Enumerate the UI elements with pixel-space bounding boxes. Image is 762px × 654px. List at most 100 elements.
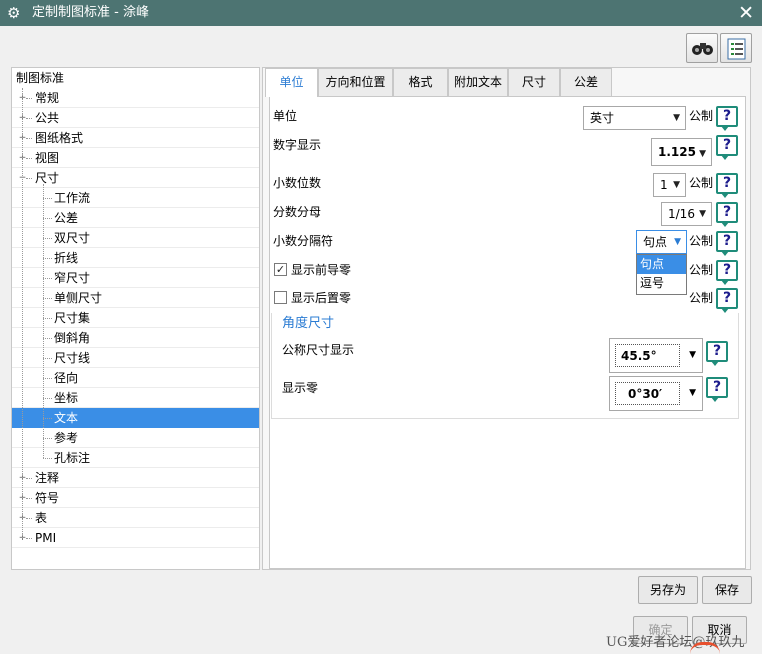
chevron-down-icon: ▼ xyxy=(673,180,680,190)
tree-child-item[interactable]: 公差 xyxy=(12,208,259,228)
decimals-dropdown[interactable]: 1 ▼ xyxy=(653,173,686,197)
tree-connector xyxy=(43,198,52,199)
tree-connector xyxy=(43,358,52,359)
document-list-icon xyxy=(727,38,746,60)
help-icon[interactable]: ? xyxy=(716,202,738,227)
tree-connector xyxy=(26,498,32,499)
leading-zero-checkbox[interactable]: ✓ xyxy=(274,263,287,276)
forum-logo xyxy=(690,642,720,654)
tree-item[interactable]: + PMI xyxy=(12,528,259,548)
binoculars-button[interactable] xyxy=(686,33,718,63)
close-icon[interactable]: ✕ xyxy=(738,2,754,24)
tab-appended-text[interactable]: 附加文本 xyxy=(448,68,508,96)
tree-item[interactable]: + 视图 xyxy=(12,148,259,168)
tree-child-item[interactable]: 倒斜角 xyxy=(12,328,259,348)
show-zero-dropdown[interactable]: 0°30′ ▼ xyxy=(609,376,703,411)
help-icon[interactable]: ? xyxy=(716,106,738,131)
separator-option-comma[interactable]: 逗号 xyxy=(637,274,686,293)
title-bar: ⚙ 定制制图标准 - 涂峰 ✕ xyxy=(0,0,762,26)
decimals-value: 1 xyxy=(660,178,668,192)
tree-connector xyxy=(43,418,52,419)
help-icon[interactable]: ? xyxy=(706,341,728,366)
tree-connector xyxy=(26,478,32,479)
separator-option-period[interactable]: 句点 xyxy=(637,255,686,274)
tree-connector xyxy=(26,158,32,159)
separator-value: 句点 xyxy=(643,235,668,249)
tab-orientation-position[interactable]: 方向和位置 xyxy=(318,68,393,96)
tab-units[interactable]: 单位 xyxy=(265,68,318,97)
tree-root[interactable]: 制图标准 xyxy=(12,68,259,88)
tree-item[interactable]: + 公共 xyxy=(12,108,259,128)
tab-tolerance[interactable]: 公差 xyxy=(560,68,612,96)
tree-connector xyxy=(43,338,52,339)
tree-item-label: 公差 xyxy=(54,211,79,225)
binoculars-icon xyxy=(692,43,713,55)
digits-dropdown[interactable]: 1.125 ▼ xyxy=(651,138,712,166)
separator-label: 小数分隔符 xyxy=(273,234,334,248)
tree-child-item[interactable]: 尺寸集 xyxy=(12,308,259,328)
tree-root-label: 制图标准 xyxy=(16,71,65,85)
tree-child-item[interactable]: 文本 xyxy=(12,408,259,428)
unit-metric-label: 公制 xyxy=(689,109,714,123)
tree-item-label: 倒斜角 xyxy=(54,331,91,345)
save-button[interactable]: 保存 xyxy=(702,576,752,604)
tree-item-label: 坐标 xyxy=(54,391,79,405)
tree-child-item[interactable]: 孔标注 xyxy=(12,448,259,468)
help-icon[interactable]: ? xyxy=(716,231,738,256)
tree-item[interactable]: − 尺寸 xyxy=(12,168,259,188)
trailing-zero-metric-label: 公制 xyxy=(689,291,714,305)
tree-connector xyxy=(43,438,52,439)
tree-child-item[interactable]: 双尺寸 xyxy=(12,228,259,248)
unit-label: 单位 xyxy=(273,109,298,123)
tree-item-label: 参考 xyxy=(54,431,79,445)
unit-dropdown[interactable]: 英寸 ▼ xyxy=(583,106,686,130)
tree-item-label: 单侧尺寸 xyxy=(54,291,103,305)
tree-item-label: 尺寸 xyxy=(35,171,60,185)
standards-tree[interactable]: 制图标准 + 常规 + 公共 + 图纸格式 + 视图 − 尺寸 工作流 公差 双尺寸 折线 窄尺寸 单侧尺寸尺… xyxy=(11,67,260,570)
tree-item[interactable]: + 图纸格式 xyxy=(12,128,259,148)
tree-connector xyxy=(43,458,52,459)
help-icon[interactable]: ? xyxy=(716,173,738,198)
save-as-button[interactable]: 另存为 xyxy=(638,576,698,604)
tree-connector xyxy=(43,218,52,219)
digits-value: 1.125 xyxy=(658,145,696,159)
tree-item-label: 注释 xyxy=(35,471,60,485)
separator-dropdown[interactable]: 句点 ▼ xyxy=(636,230,687,254)
document-list-button[interactable] xyxy=(720,33,752,63)
help-icon[interactable]: ? xyxy=(716,260,738,285)
tree-child-item[interactable]: 窄尺寸 xyxy=(12,268,259,288)
fraction-dropdown[interactable]: 1/16 ▼ xyxy=(661,202,712,226)
tree-item[interactable]: + 注释 xyxy=(12,468,259,488)
help-icon[interactable]: ? xyxy=(716,288,738,313)
tree-item-label: 表 xyxy=(35,511,48,525)
tree-child-item[interactable]: 单侧尺寸 xyxy=(12,288,259,308)
fraction-value: 1/16 xyxy=(668,207,695,221)
tree-item[interactable]: + 常规 xyxy=(12,88,259,108)
digits-label: 数字显示 xyxy=(273,138,322,152)
tree-child-item[interactable]: 工作流 xyxy=(12,188,259,208)
separator-metric-label: 公制 xyxy=(689,234,714,248)
tree-child-item[interactable]: 参考 xyxy=(12,428,259,448)
trailing-zero-checkbox[interactable] xyxy=(274,291,287,304)
tree-item[interactable]: + 表 xyxy=(12,508,259,528)
tree-item-label: 孔标注 xyxy=(54,451,91,465)
tree-child-item[interactable]: 折线 xyxy=(12,248,259,268)
help-icon[interactable]: ? xyxy=(716,135,738,160)
tab-dimension[interactable]: 尺寸 xyxy=(508,68,560,96)
tree-connector xyxy=(26,518,32,519)
tree-child-item[interactable]: 尺寸线 xyxy=(12,348,259,368)
tree-child-item[interactable]: 径向 xyxy=(12,368,259,388)
tree-item[interactable]: + 符号 xyxy=(12,488,259,508)
tree-child-item[interactable]: 坐标 xyxy=(12,388,259,408)
window-title: 定制制图标准 - 涂峰 xyxy=(32,5,149,20)
chevron-down-icon: ▼ xyxy=(674,237,681,247)
separator-options-list[interactable]: 句点 逗号 xyxy=(636,254,687,295)
decimals-label: 小数位数 xyxy=(273,176,322,190)
tree-connector xyxy=(43,238,52,239)
tab-format[interactable]: 格式 xyxy=(393,68,448,96)
show-zero-value: 0°30′ xyxy=(615,382,680,405)
help-icon[interactable]: ? xyxy=(706,377,728,402)
nominal-dropdown[interactable]: 45.5° ▼ xyxy=(609,338,703,373)
tree-connector xyxy=(43,398,52,399)
tree-connector xyxy=(43,184,44,458)
